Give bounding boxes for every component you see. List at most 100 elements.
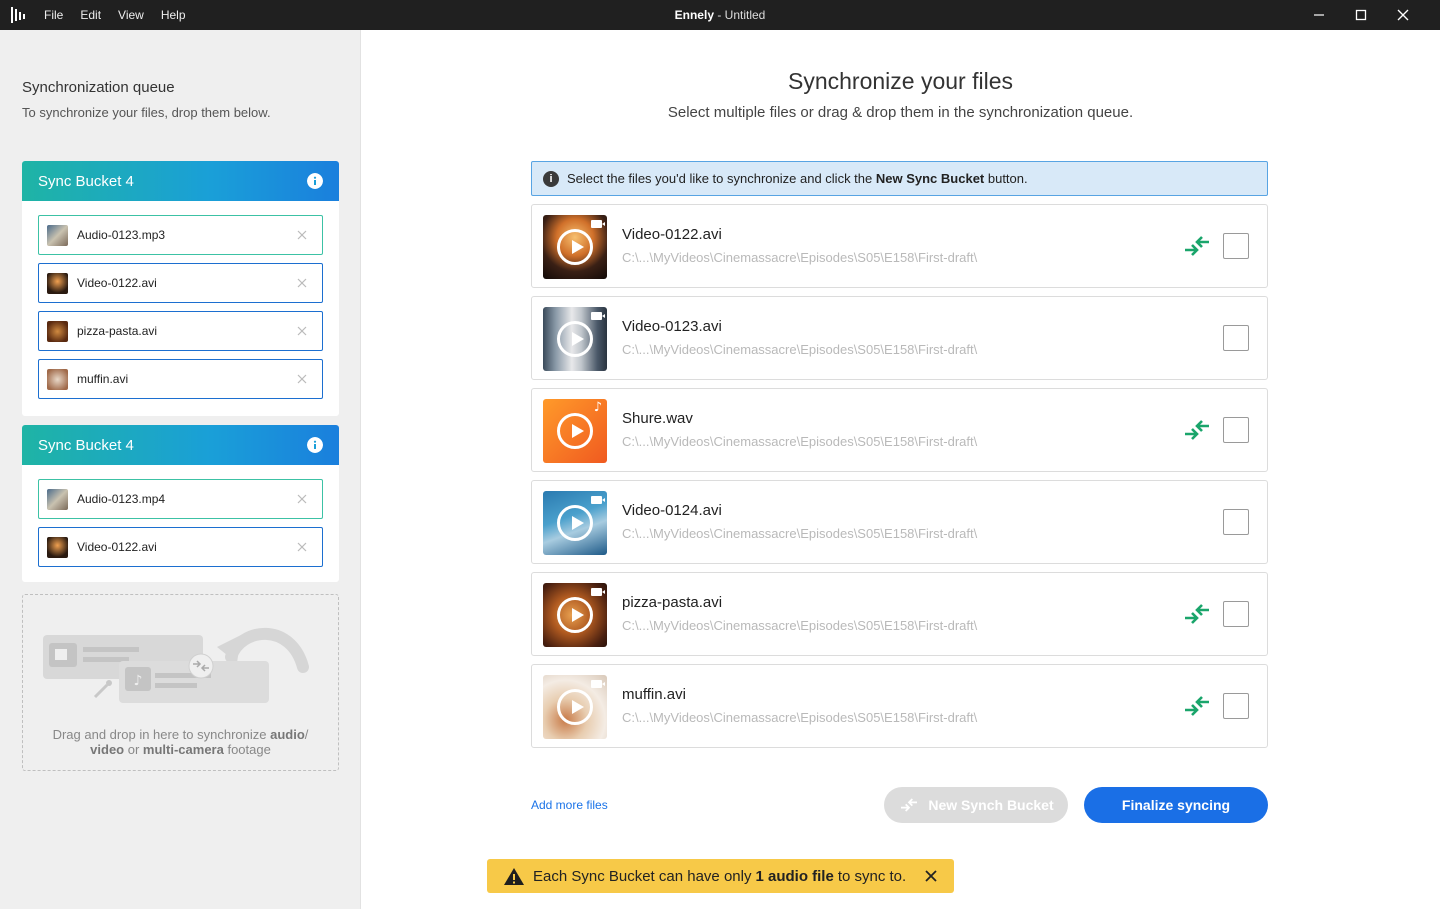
menu-view[interactable]: View (118, 8, 144, 22)
bucket-file-item[interactable]: Audio-0123.mp4 (38, 479, 323, 519)
info-icon[interactable] (307, 437, 323, 453)
file-select-checkbox[interactable] (1223, 417, 1249, 443)
bucket-file-item[interactable]: Video-0122.avi (38, 263, 323, 303)
bucket-file-name: Audio-0123.mp3 (77, 228, 166, 242)
file-card[interactable]: ♪ Shure.wav C:\...\MyVideos\Cinemassacre… (531, 388, 1268, 472)
maximize-icon (1355, 9, 1367, 21)
file-thumbnail (47, 368, 68, 390)
file-path: C:\...\MyVideos\Cinemassacre\Episodes\S0… (622, 526, 978, 541)
bucket-file-name: Audio-0123.mp4 (77, 492, 166, 506)
sync-icon (1185, 236, 1209, 256)
document-name: Untitled (724, 8, 766, 22)
sidebar-title: Synchronization queue (22, 79, 175, 96)
warning-icon (504, 868, 524, 885)
drop-zone[interactable]: ♪ Drag and drop in here to synchronize a… (22, 594, 339, 771)
file-path: C:\...\MyVideos\Cinemassacre\Episodes\S0… (622, 250, 978, 265)
file-card[interactable]: Video-0122.avi C:\...\MyVideos\Cinemassa… (531, 204, 1268, 288)
sync-queue-sidebar: Synchronization queue To synchronize you… (0, 30, 361, 909)
file-path: C:\...\MyVideos\Cinemassacre\Episodes\S0… (622, 342, 978, 357)
file-select-checkbox[interactable] (1223, 509, 1249, 535)
video-camera-icon (591, 588, 605, 596)
file-select-checkbox[interactable] (1223, 693, 1249, 719)
sync-icon (1185, 420, 1209, 440)
svg-text:♪: ♪ (134, 673, 143, 689)
remove-icon[interactable] (296, 373, 308, 385)
file-card[interactable]: muffin.avi C:\...\MyVideos\Cinemassacre\… (531, 664, 1268, 748)
file-thumbnail (47, 320, 68, 342)
bucket-header[interactable]: Sync Bucket 4 (22, 161, 339, 201)
video-camera-icon (591, 496, 605, 504)
bucket-header[interactable]: Sync Bucket 4 (22, 425, 339, 465)
title-bar: File Edit View Help Ennely - Untitled (0, 0, 1440, 30)
bucket-file-item[interactable]: muffin.avi (38, 359, 323, 399)
file-card[interactable]: Video-0123.avi C:\...\MyVideos\Cinemassa… (531, 296, 1268, 380)
file-name: muffin.avi (622, 686, 686, 703)
bucket-file-item[interactable]: Audio-0123.mp3 (38, 215, 323, 255)
app-name: Ennely (674, 8, 714, 22)
close-toast-icon[interactable] (925, 870, 937, 882)
dropzone-text-part: or (124, 742, 143, 757)
file-select-checkbox[interactable] (1223, 233, 1249, 259)
new-sync-bucket-button[interactable]: New Synch Bucket (884, 787, 1068, 823)
bucket-file-name: Video-0122.avi (77, 276, 157, 290)
page-subtitle: Select multiple files or drag & drop the… (667, 104, 1134, 121)
menu-bar: File Edit View Help (44, 0, 186, 30)
minimize-button[interactable] (1296, 0, 1342, 30)
file-name: Shure.wav (622, 410, 693, 427)
info-icon: i (543, 171, 559, 187)
title-separator: - (714, 8, 725, 22)
remove-icon[interactable] (296, 277, 308, 289)
play-icon (557, 413, 593, 449)
bucket-file-name: pizza-pasta.avi (77, 324, 158, 338)
file-path: C:\...\MyVideos\Cinemassacre\Episodes\S0… (622, 710, 978, 725)
file-thumbnail (47, 536, 68, 558)
drop-illustration-icon: ♪ (43, 627, 309, 703)
bucket-file-item[interactable]: Video-0122.avi (38, 527, 323, 567)
file-card[interactable]: pizza-pasta.avi C:\...\MyVideos\Cinemass… (531, 572, 1268, 656)
file-path: C:\...\MyVideos\Cinemassacre\Episodes\S0… (622, 434, 978, 449)
video-camera-icon (591, 220, 605, 228)
warning-toast: Each Sync Bucket can have only 1 audio fi… (487, 859, 954, 893)
toast-text-part: Each Sync Bucket can have only (533, 867, 752, 885)
toast-text-bold: 1 audio file (755, 867, 834, 885)
add-more-files-link[interactable]: Add more files (531, 798, 608, 812)
play-icon (557, 229, 593, 265)
banner-text-bold: New Sync Bucket (875, 171, 985, 186)
sync-icon (901, 798, 918, 812)
bucket-title: Sync Bucket 4 (38, 436, 134, 454)
dropzone-text-bold: multi-camera (142, 742, 224, 757)
remove-icon[interactable] (296, 229, 308, 241)
dropzone-text-part: / (304, 727, 309, 742)
file-select-checkbox[interactable] (1223, 325, 1249, 351)
play-icon (557, 321, 593, 357)
file-name: Video-0122.avi (622, 226, 722, 243)
info-icon[interactable] (307, 173, 323, 189)
video-thumbnail (543, 583, 607, 647)
remove-icon[interactable] (296, 541, 308, 553)
play-icon (557, 505, 593, 541)
file-path: C:\...\MyVideos\Cinemassacre\Episodes\S0… (622, 618, 978, 633)
dropzone-text-bold: video (90, 742, 125, 757)
bucket-file-name: Video-0122.avi (77, 540, 157, 554)
sync-bucket-2: Sync Bucket 4 Audio-0123.mp4 Video-0122.… (22, 425, 339, 582)
finalize-syncing-button[interactable]: Finalize syncing (1084, 787, 1268, 823)
remove-icon[interactable] (296, 493, 308, 505)
close-window-button[interactable] (1380, 0, 1426, 30)
bucket-file-item[interactable]: pizza-pasta.avi (38, 311, 323, 351)
remove-icon[interactable] (296, 325, 308, 337)
file-thumbnail (47, 272, 68, 294)
minimize-icon (1314, 14, 1324, 16)
banner-text: Select the files you'd like to synchroni… (567, 171, 1028, 186)
play-icon (557, 689, 593, 725)
dropzone-text: Drag and drop in here to synchronize aud… (23, 727, 338, 757)
menu-edit[interactable]: Edit (80, 8, 101, 22)
menu-file[interactable]: File (44, 8, 63, 22)
dropzone-text-part: Drag and drop in here to synchronize (52, 727, 271, 742)
maximize-button[interactable] (1338, 0, 1384, 30)
app-logo-icon (11, 7, 25, 23)
menu-help[interactable]: Help (161, 8, 186, 22)
file-name: Video-0123.avi (622, 318, 722, 335)
bucket-file-name: muffin.avi (77, 372, 129, 386)
file-select-checkbox[interactable] (1223, 601, 1249, 627)
file-card[interactable]: Video-0124.avi C:\...\MyVideos\Cinemassa… (531, 480, 1268, 564)
